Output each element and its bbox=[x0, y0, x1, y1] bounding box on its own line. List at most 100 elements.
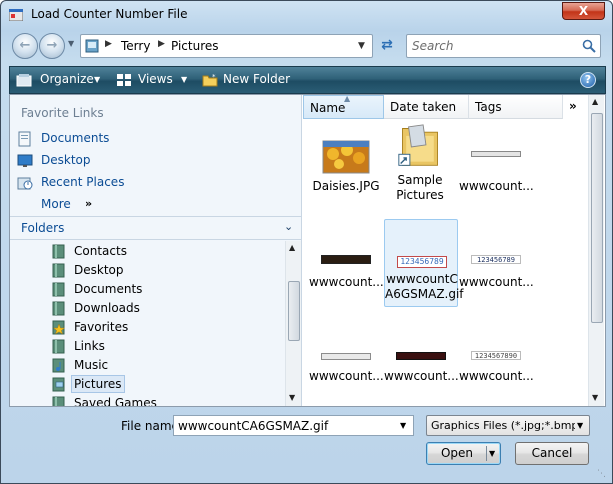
breadcrumb-separator-icon[interactable]: ▶ bbox=[105, 39, 112, 49]
scroll-down-icon[interactable]: ▼ bbox=[289, 393, 295, 402]
address-dropdown-icon[interactable]: ▼ bbox=[358, 41, 365, 51]
more-arrows-icon: » bbox=[85, 197, 93, 210]
folder-item[interactable]: Documents bbox=[52, 280, 172, 299]
close-button[interactable]: X bbox=[562, 2, 605, 20]
column-date-taken[interactable]: Date taken bbox=[384, 95, 469, 119]
file-item[interactable]: Daisies.JPG bbox=[309, 125, 383, 211]
open-dropdown-icon[interactable]: ▼ bbox=[489, 443, 495, 464]
favorite-desktop[interactable]: Desktop bbox=[17, 151, 217, 171]
folder-item[interactable]: Downloads bbox=[52, 299, 172, 318]
folder-label: Favorites bbox=[74, 320, 129, 334]
scroll-up-icon[interactable]: ▲ bbox=[289, 243, 295, 252]
open-button[interactable]: Open ▼ bbox=[426, 442, 501, 465]
favorite-recent-places-label: Recent Places bbox=[41, 175, 125, 189]
forward-button[interactable]: → bbox=[39, 33, 65, 59]
column-name[interactable]: ▲ Name bbox=[303, 94, 384, 119]
organize-button[interactable]: Organize bbox=[40, 72, 94, 86]
file-name-dropdown-icon[interactable]: ▼ bbox=[400, 421, 406, 430]
file-item[interactable]: 1234567890 wwwcount... bbox=[459, 321, 534, 407]
file-list-scrollbar[interactable]: ▲ ▼ bbox=[588, 95, 604, 406]
folder-item[interactable]: Links bbox=[52, 337, 172, 356]
folders-header[interactable]: Folders ⌄ bbox=[10, 216, 301, 240]
app-icon bbox=[9, 9, 23, 21]
command-toolbar: Organize ▼ Views ▼ * New Folder ? bbox=[9, 66, 606, 94]
open-split-divider bbox=[486, 446, 487, 461]
file-name: Daisies.JPG bbox=[312, 179, 380, 193]
breadcrumb-separator-icon[interactable]: ▶ bbox=[158, 39, 165, 49]
recent-places-icon bbox=[17, 177, 33, 190]
new-folder-button[interactable]: New Folder bbox=[223, 72, 290, 86]
counter-thumbnail: 123456789 bbox=[471, 255, 521, 264]
computer-icon bbox=[85, 39, 99, 53]
cancel-button[interactable]: Cancel bbox=[515, 442, 589, 465]
folder-tree-scrollbar[interactable]: ▲ ▼ bbox=[285, 241, 301, 406]
organize-icon[interactable] bbox=[16, 73, 32, 87]
scroll-thumb[interactable] bbox=[591, 113, 603, 323]
views-icon[interactable] bbox=[116, 73, 132, 87]
search-icon[interactable] bbox=[582, 39, 596, 53]
svg-text:*: * bbox=[212, 73, 216, 81]
favorite-more[interactable]: More » bbox=[17, 195, 217, 215]
folder-icon bbox=[52, 396, 65, 406]
navigation-pane: Favorite Links Documents Desktop Recent … bbox=[10, 95, 302, 406]
file-name: Sample Pictures bbox=[396, 173, 444, 202]
breadcrumb-pictures[interactable]: Pictures bbox=[171, 39, 219, 53]
favorites-star-icon bbox=[52, 320, 66, 335]
folder-label: Desktop bbox=[74, 263, 124, 277]
favorite-recent-places[interactable]: Recent Places bbox=[17, 173, 217, 193]
file-item[interactable]: wwwcount... bbox=[309, 321, 384, 407]
file-item[interactable]: wwwcount... bbox=[384, 321, 459, 407]
new-folder-icon[interactable]: * bbox=[202, 73, 218, 87]
column-name-label: Name bbox=[310, 101, 346, 115]
desktop-icon bbox=[17, 154, 33, 167]
file-item-selected[interactable]: 123456789 wwwcountC A6GSMAZ.gif bbox=[384, 219, 464, 307]
scroll-thumb[interactable] bbox=[288, 281, 300, 341]
folder-item-selected[interactable]: Pictures bbox=[52, 375, 172, 394]
file-name-line1: wwwcountC bbox=[386, 272, 458, 286]
views-caret-icon[interactable]: ▼ bbox=[181, 75, 187, 84]
title-bar: Load Counter Number File X bbox=[1, 1, 612, 29]
folder-item[interactable]: Desktop bbox=[52, 261, 172, 280]
scroll-down-icon[interactable]: ▼ bbox=[592, 393, 598, 402]
folder-item[interactable]: Saved Games bbox=[52, 394, 172, 406]
back-button[interactable]: ← bbox=[12, 33, 38, 59]
file-name: wwwcountC A6GSMAZ.gif bbox=[385, 272, 464, 302]
counter-thumbnail: 123456789 bbox=[397, 256, 447, 268]
file-item[interactable]: wwwcount... bbox=[309, 221, 384, 307]
help-icon[interactable]: ? bbox=[580, 72, 596, 88]
folder-item[interactable]: Sample Pictures bbox=[383, 123, 457, 209]
file-name: wwwcount... bbox=[309, 275, 384, 289]
views-button[interactable]: Views bbox=[138, 72, 173, 86]
refresh-button[interactable]: ⇄ bbox=[375, 34, 399, 58]
folder-thumbnail-icon bbox=[398, 124, 438, 166]
file-name-value: wwwcountCA6GSMAZ.gif bbox=[178, 419, 329, 433]
folder-item[interactable]: Favorites bbox=[52, 318, 172, 337]
breadcrumb-terry[interactable]: Terry bbox=[121, 39, 150, 53]
column-date-taken-label: Date taken bbox=[390, 100, 457, 114]
file-item[interactable]: 123456789 wwwcount... bbox=[459, 221, 534, 307]
organize-caret-icon[interactable]: ▼ bbox=[94, 75, 100, 84]
folder-item[interactable]: Contacts bbox=[52, 242, 172, 261]
scroll-up-icon[interactable]: ▲ bbox=[592, 97, 598, 106]
folder-icon bbox=[52, 301, 65, 316]
favorite-documents[interactable]: Documents bbox=[17, 129, 217, 149]
counter-thumbnail: 1234567890 bbox=[471, 351, 521, 360]
file-name-input[interactable]: wwwcountCA6GSMAZ.gif ▼ bbox=[173, 415, 414, 436]
column-tags[interactable]: Tags bbox=[469, 95, 563, 119]
folder-item[interactable]: Music bbox=[52, 356, 172, 375]
file-name: wwwcount... bbox=[459, 179, 534, 193]
file-type-dropdown-icon[interactable]: ▼ bbox=[577, 421, 583, 430]
folder-icon bbox=[52, 263, 65, 278]
recent-pages-dropdown-icon[interactable]: ▼ bbox=[68, 39, 74, 48]
more-columns-icon[interactable]: » bbox=[569, 99, 577, 113]
folder-label: Contacts bbox=[74, 244, 127, 258]
favorite-links-header: Favorite Links bbox=[21, 106, 104, 120]
folder-label: Downloads bbox=[74, 301, 140, 315]
folder-icon bbox=[52, 339, 65, 354]
address-bar[interactable]: ▶ Terry ▶ Pictures ▼ bbox=[80, 34, 373, 58]
file-item[interactable]: wwwcount... bbox=[459, 125, 534, 211]
resize-grip-icon[interactable]: ⋱ bbox=[597, 469, 609, 481]
open-button-label: Open bbox=[440, 446, 474, 460]
search-input[interactable]: Search bbox=[406, 34, 601, 58]
file-type-select[interactable]: Graphics Files (*.jpg;*.bmp;*.g ▼ bbox=[426, 415, 590, 436]
